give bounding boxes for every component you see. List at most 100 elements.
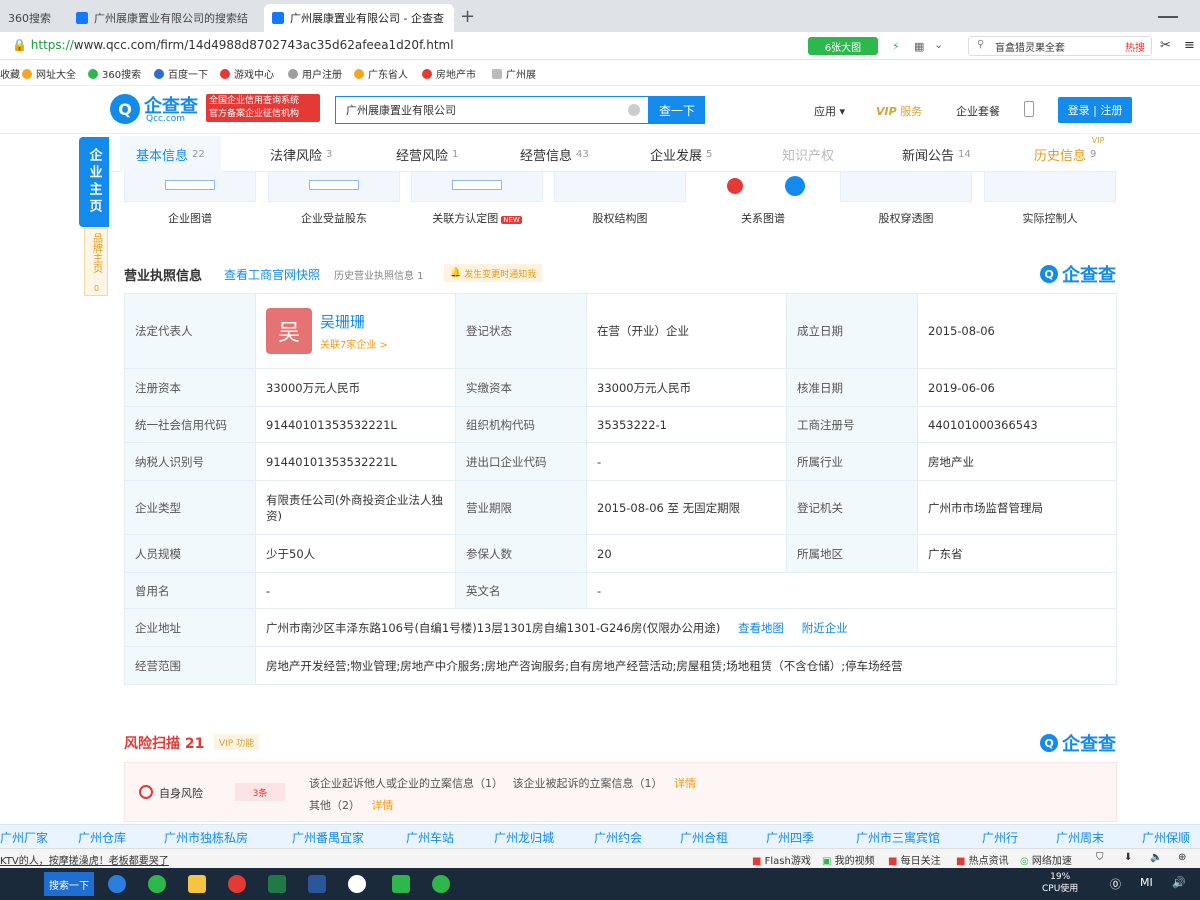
- new-tab-button[interactable]: +: [460, 6, 475, 27]
- tab-basic-info[interactable]: 基本信息 22: [120, 136, 221, 172]
- hot-search-link[interactable]: 广州仓库: [78, 829, 126, 846]
- field-label: 经营范围: [124, 646, 256, 685]
- 360-browser-icon[interactable]: [148, 875, 166, 893]
- chrome-icon[interactable]: [228, 875, 246, 893]
- nav-apps[interactable]: 应用 ▾: [814, 103, 845, 119]
- legal-rep-name-link[interactable]: 吴珊珊: [320, 311, 388, 332]
- qcc-logo-icon[interactable]: Q: [110, 94, 140, 124]
- menu-icon[interactable]: ≡: [1184, 38, 1195, 53]
- taskbar-search-button[interactable]: 搜索一下: [44, 872, 94, 896]
- app-icon[interactable]: [392, 875, 410, 893]
- mi-tray-icon[interactable]: MI: [1140, 876, 1153, 889]
- hot-search-link[interactable]: 广州车站: [406, 829, 454, 846]
- bookmark-item[interactable]: 广东省人: [354, 66, 408, 81]
- grid-icon[interactable]: ▦: [914, 40, 924, 53]
- risk-warning-icon: [139, 785, 153, 799]
- search-app-icon[interactable]: [348, 875, 366, 893]
- minimize-icon[interactable]: [1158, 8, 1178, 18]
- official-snapshot-link[interactable]: 查看工商官网快照: [224, 266, 320, 283]
- sound-icon[interactable]: 🔈: [1150, 852, 1162, 863]
- status-item[interactable]: ■ 热点资讯: [956, 852, 1009, 867]
- clear-icon[interactable]: [628, 104, 640, 116]
- browser-tab-3-active[interactable]: 广州展康置业有限公司 - 企查查 ✕: [264, 4, 454, 32]
- status-item[interactable]: ■ 每日关注: [888, 852, 941, 867]
- side-tab-company[interactable]: 企业主页: [79, 137, 109, 227]
- status-item[interactable]: ▣ 我的视频: [822, 852, 875, 867]
- view-map-link[interactable]: 查看地图: [738, 621, 784, 635]
- status-item[interactable]: ■ Flash游戏: [752, 852, 811, 867]
- qcc-logo-icon: Q: [1040, 265, 1058, 283]
- hot-search-link[interactable]: 广州市三寓宾馆: [856, 829, 940, 846]
- hot-search-link[interactable]: 广州合租: [680, 829, 728, 846]
- zoom-icon[interactable]: ⊕: [1178, 852, 1186, 863]
- thumb-equity-structure[interactable]: 股权结构图: [554, 172, 686, 226]
- company-search-input[interactable]: 广州展康置业有限公司: [335, 96, 649, 124]
- bookmark-item[interactable]: 房地产市: [422, 66, 476, 81]
- tab-legal-risk[interactable]: 法律风险 3: [270, 136, 332, 172]
- status-news-link[interactable]: KTV的人，按摩搓澡虎！老板都要哭了: [0, 852, 169, 867]
- tab-ip[interactable]: 知识产权: [782, 136, 834, 172]
- bookmark-item[interactable]: 网址大全: [22, 66, 76, 81]
- excel-icon[interactable]: [268, 875, 286, 893]
- hot-search-link[interactable]: 广州约会: [594, 829, 642, 846]
- related-companies-link[interactable]: 关联7家企业 >: [320, 336, 388, 351]
- hot-search-link[interactable]: 广州四季: [766, 829, 814, 846]
- file-explorer-icon[interactable]: [188, 875, 206, 893]
- word-icon[interactable]: [308, 875, 326, 893]
- tab-history[interactable]: 历史信息 9 VIP: [1034, 136, 1104, 172]
- sound-tray-icon[interactable]: 🔊: [1172, 876, 1186, 889]
- bookmark-item[interactable]: 百度一下: [154, 66, 208, 81]
- bookmark-item[interactable]: 用户注册: [288, 66, 342, 81]
- mobile-icon[interactable]: [1024, 101, 1034, 117]
- tab-business-risk[interactable]: 经营风险 1: [396, 136, 458, 172]
- edge-icon[interactable]: [108, 875, 126, 893]
- login-register-button[interactable]: 登录 | 注册: [1058, 97, 1132, 123]
- bookmark-item[interactable]: 收藏: [0, 66, 20, 81]
- scissors-icon[interactable]: ✂: [1160, 38, 1171, 53]
- chevron-down-icon[interactable]: ⌄: [934, 38, 943, 51]
- shield-icon[interactable]: ⛉: [1096, 852, 1104, 863]
- hot-search-link[interactable]: 广州行: [982, 829, 1018, 846]
- tab-development[interactable]: 企业发展 5: [650, 136, 712, 172]
- nav-enterprise-package[interactable]: 企业套餐: [956, 103, 1000, 119]
- lightning-icon[interactable]: ⚡: [892, 40, 900, 53]
- hot-search-link[interactable]: 广州厂家: [0, 829, 48, 846]
- thumb-equity-penetration[interactable]: 股权穿透图: [840, 172, 972, 226]
- risk-detail-link[interactable]: 详情: [674, 777, 696, 790]
- download-icon[interactable]: ⬇: [1124, 852, 1132, 863]
- thumb-company-graph[interactable]: 企业图谱: [124, 172, 256, 226]
- thumb-relation-graph[interactable]: 关系图谱: [697, 172, 829, 226]
- nav-vip-service[interactable]: VIP 服务: [876, 103, 922, 119]
- hot-search-link[interactable]: 广州龙归城: [494, 829, 554, 846]
- tab-news[interactable]: 新闻公告 14: [902, 136, 971, 172]
- bookmark-item[interactable]: 游戏中心: [220, 66, 274, 81]
- qcc-favicon: [272, 12, 284, 24]
- url-field[interactable]: 🔒 https://www.qcc.com/firm/14d4988d87027…: [12, 38, 454, 52]
- nearby-companies-link[interactable]: 附近企业: [802, 621, 848, 635]
- bookmark-item[interactable]: 360搜索: [88, 66, 141, 81]
- thumb-related-party[interactable]: 关联方认定图 NEW: [411, 172, 543, 226]
- hot-search-link[interactable]: 广州保顺: [1142, 829, 1190, 846]
- bookmark-item[interactable]: 广州展: [492, 66, 536, 81]
- side-tab-brand[interactable]: 品牌主页 0: [84, 228, 108, 296]
- bigpic-button[interactable]: 6张大图: [808, 37, 878, 55]
- browser-tab-1[interactable]: 360搜索: [0, 4, 60, 32]
- wechat-icon[interactable]: [432, 875, 450, 893]
- notify-button[interactable]: 🔔 发生变更时通知我: [444, 264, 543, 282]
- 360-tray-icon[interactable]: ⓪: [1110, 876, 1121, 892]
- tab-business-info[interactable]: 经营信息 43: [520, 136, 589, 172]
- status-item[interactable]: ◎ 网络加速: [1020, 852, 1072, 867]
- thumb-beneficiary[interactable]: 企业受益股东: [268, 172, 400, 226]
- hot-search-link[interactable]: 广州周末: [1056, 829, 1104, 846]
- thumb-actual-controller[interactable]: 实际控制人: [984, 172, 1116, 226]
- close-tab-icon[interactable]: ✕: [452, 11, 454, 25]
- history-license-link[interactable]: 历史营业执照信息 1: [334, 267, 424, 282]
- table-row: 纳税人识别号 91440101353532221L 进出口企业代码 - 所属行业…: [124, 442, 1117, 481]
- search-button[interactable]: 查一下: [649, 96, 705, 124]
- browser-tab-2[interactable]: 广州展康置业有限公司的搜索结: [68, 4, 258, 32]
- browser-search-input[interactable]: ⚲ 盲盒猎灵果全套 热搜: [968, 36, 1152, 56]
- hot-search-link[interactable]: 广州市独栋私房: [164, 829, 248, 846]
- bookmark-icon: [22, 68, 32, 79]
- hot-search-link[interactable]: 广州番禺宜家: [292, 829, 364, 846]
- risk-detail-link[interactable]: 详情: [372, 799, 394, 812]
